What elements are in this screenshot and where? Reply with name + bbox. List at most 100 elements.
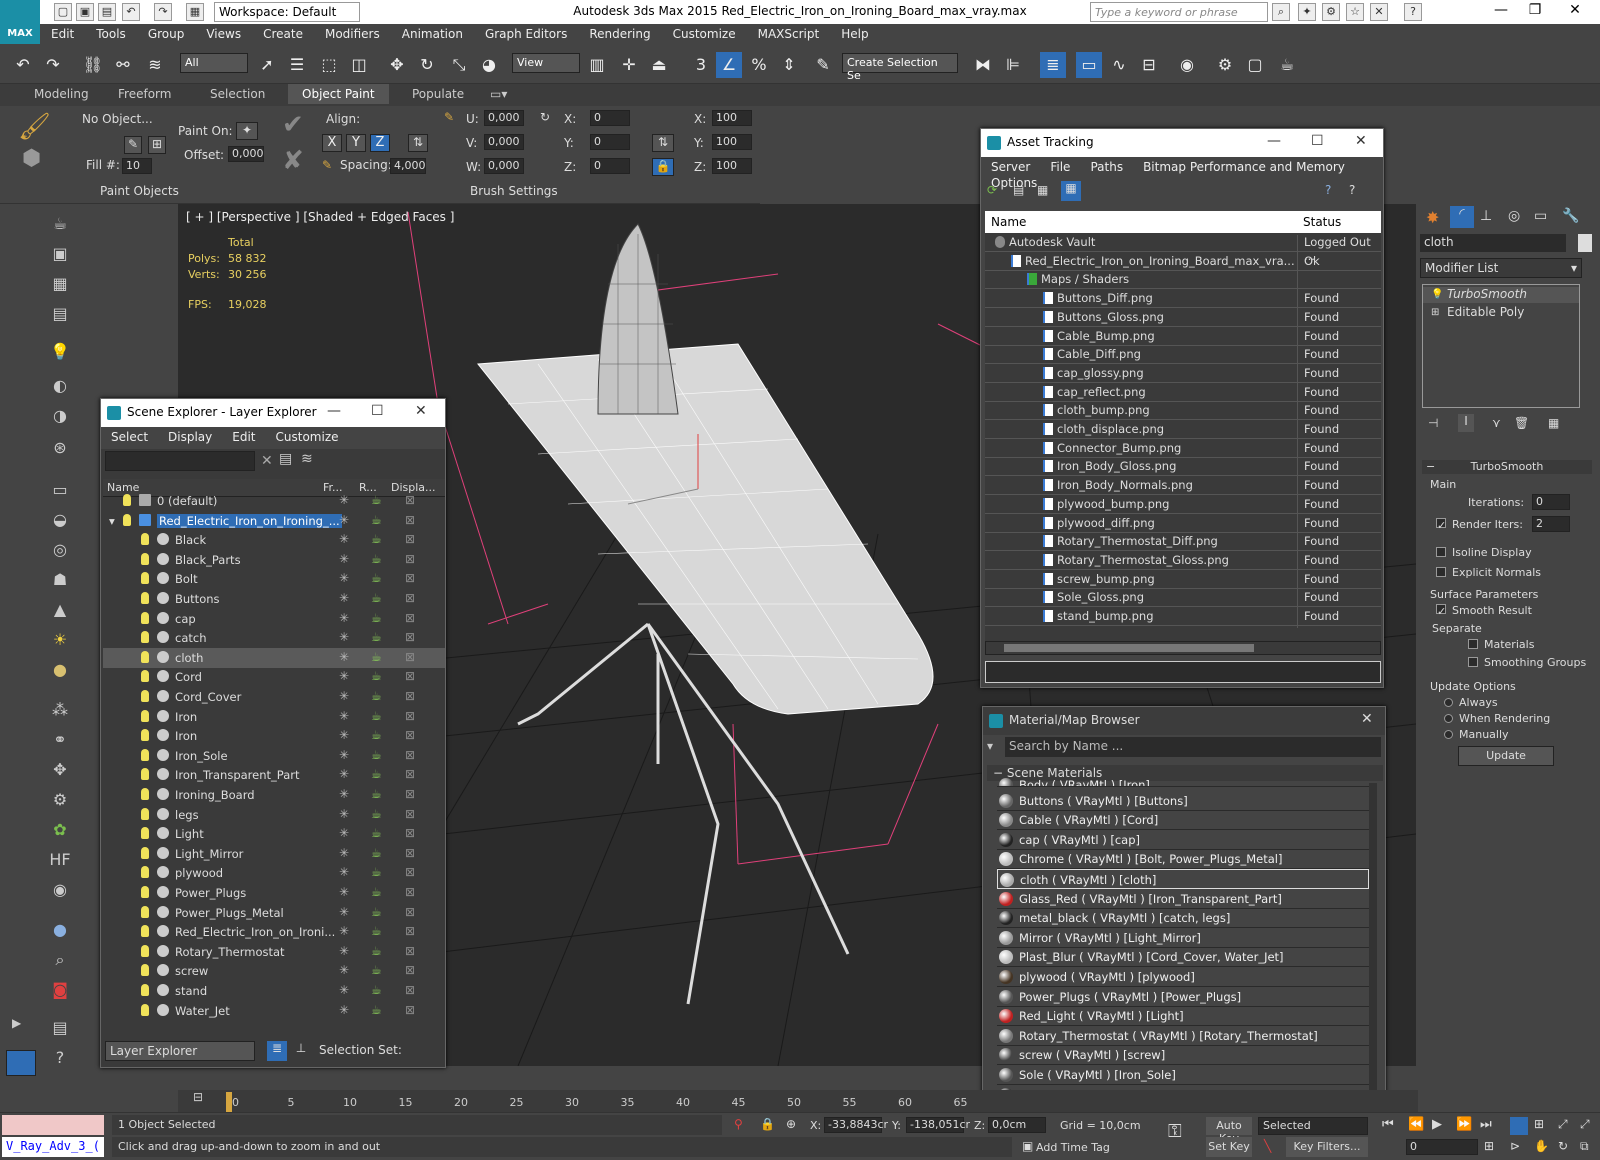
zoom-all-icon[interactable]: ⊞ bbox=[1534, 1117, 1544, 1131]
brush-settings-panel-label[interactable]: Brush Settings bbox=[470, 184, 558, 198]
time-tag-icon[interactable]: ▣ bbox=[1022, 1139, 1033, 1153]
transform-icon[interactable]: ✥ bbox=[48, 758, 72, 782]
hierarchy-mode-icon[interactable]: ⊥ bbox=[291, 1041, 311, 1061]
paint-objects-panel-label[interactable]: Paint Objects bbox=[100, 184, 179, 198]
se-row[interactable]: Ironing_Board ✳ ☕ ⊠ bbox=[103, 785, 445, 805]
communication-icon[interactable]: ⚙ bbox=[1322, 3, 1340, 21]
material-row[interactable]: Chrome ( VRayMtl ) [Bolt, Power_Plugs_Me… bbox=[997, 849, 1369, 870]
zoom-extents-all-icon[interactable]: ⤢ bbox=[1580, 1117, 1590, 1132]
minimize-icon[interactable]: — bbox=[327, 403, 341, 419]
se-row[interactable]: Rotary_Thermostat ✳ ☕ ⊠ bbox=[103, 942, 445, 962]
align-icon[interactable]: ⊫ bbox=[1000, 52, 1026, 78]
selection-set-label[interactable]: Selection Set: bbox=[319, 1043, 402, 1057]
detail-view-icon[interactable]: ▦ bbox=[1037, 183, 1048, 197]
save-icon[interactable]: ▤ bbox=[98, 3, 116, 21]
snaps-toggle-icon[interactable]: 3 bbox=[688, 52, 714, 78]
x-coord-field[interactable]: -33,8843cr bbox=[824, 1117, 888, 1133]
at-col-name[interactable]: Name bbox=[991, 215, 1026, 229]
table-view-icon[interactable]: ▦ bbox=[1061, 181, 1081, 201]
viewport-layout-icon[interactable] bbox=[6, 1050, 36, 1076]
display-box-icon[interactable]: ⊠ bbox=[405, 571, 415, 585]
zoom-icon[interactable] bbox=[1510, 1117, 1528, 1135]
material-row[interactable]: cap ( VRayMtl ) [cap] bbox=[997, 830, 1369, 850]
set-key-button[interactable]: Set Key bbox=[1206, 1137, 1252, 1157]
refresh-icon[interactable]: ⟳ bbox=[987, 183, 997, 197]
basket-icon[interactable]: ☗ bbox=[48, 568, 72, 592]
light-bulb-icon[interactable] bbox=[141, 552, 149, 565]
pan-icon[interactable]: ✋ bbox=[1534, 1139, 1549, 1153]
new-layer-icon[interactable]: ▤ bbox=[279, 451, 292, 467]
hair-icon[interactable]: HF bbox=[48, 848, 72, 872]
link-icon[interactable]: ⛓ bbox=[80, 52, 106, 78]
stack-item-turbosmooth[interactable]: TurboSmooth bbox=[1423, 287, 1579, 303]
menu-group[interactable]: Group bbox=[137, 24, 196, 44]
render-teapot-icon[interactable]: ☕ bbox=[371, 650, 382, 664]
asset-row[interactable]: Buttons_Diff.png Found bbox=[985, 289, 1381, 311]
display-box-icon[interactable]: ⊠ bbox=[405, 532, 415, 546]
object-name-field[interactable]: cloth bbox=[1420, 234, 1566, 252]
display-box-icon[interactable]: ⊠ bbox=[405, 1003, 415, 1017]
maxscript-mini-listener[interactable]: V_Ray_Adv_3_( bbox=[2, 1137, 104, 1157]
minimize-icon[interactable]: — bbox=[1486, 2, 1516, 22]
edit-named-selection-icon[interactable]: ✎ bbox=[810, 52, 836, 78]
asset-tracking-titlebar[interactable]: Asset Tracking — ☐ ✕ bbox=[981, 129, 1383, 157]
freeze-icon[interactable]: ✳ bbox=[339, 865, 349, 879]
freeze-icon[interactable]: ✳ bbox=[339, 532, 349, 546]
viewport-label[interactable]: [ + ] [Perspective ] [Shaded + Edged Fac… bbox=[186, 210, 454, 224]
layer-explorer-icon[interactable]: ≣ bbox=[1040, 52, 1066, 78]
se-row[interactable]: Buttons ✳ ☕ ⊠ bbox=[103, 589, 445, 609]
se-row[interactable]: Red_Electric_Iron_on_Ironi... ✳ ☕ ⊠ bbox=[103, 922, 445, 942]
grass-icon[interactable]: ✿ bbox=[48, 818, 72, 842]
expand-arrow-icon[interactable]: ▶ bbox=[12, 1016, 21, 1030]
create-tab-icon[interactable]: ✸ bbox=[1426, 208, 1439, 227]
se-menu-display[interactable]: Display bbox=[158, 429, 222, 445]
modifier-list-dropdown[interactable]: Modifier List ▾ bbox=[1420, 258, 1582, 278]
se-row[interactable]: cloth ✳ ☕ ⊠ bbox=[103, 647, 445, 668]
asset-row[interactable]: Buttons_Gloss.png Found bbox=[985, 308, 1381, 329]
light-bulb-icon[interactable] bbox=[141, 846, 149, 859]
new-icon[interactable]: ▢ bbox=[54, 3, 72, 21]
asset-row[interactable]: Cable_Diff.png Found bbox=[985, 345, 1381, 367]
menu-modifiers[interactable]: Modifiers bbox=[314, 24, 391, 44]
display-box-icon[interactable]: ⊠ bbox=[405, 552, 415, 566]
light-bulb-icon[interactable] bbox=[141, 690, 149, 702]
motion-tab-icon[interactable]: ◎ bbox=[1508, 208, 1520, 224]
object-list-icon[interactable]: ⊞ bbox=[148, 136, 166, 154]
se-row[interactable]: Light_Mirror ✳ ☕ ⊠ bbox=[103, 844, 445, 864]
disc-icon[interactable]: ● bbox=[48, 658, 72, 682]
render-teapot-icon[interactable]: ☕ bbox=[371, 983, 382, 997]
freeze-icon[interactable]: ✳ bbox=[339, 611, 349, 625]
freeze-icon[interactable]: ✳ bbox=[339, 807, 349, 821]
remove-modifier-icon[interactable]: 🗑 bbox=[1514, 416, 1529, 430]
material-row[interactable]: metal_black ( VRayMtl ) [catch, legs] bbox=[997, 908, 1369, 929]
freeze-icon[interactable]: ✳ bbox=[339, 983, 349, 997]
explicit-normals-checkbox[interactable]: Explicit Normals bbox=[1436, 566, 1541, 579]
menu-customize[interactable]: Customize bbox=[662, 24, 747, 44]
browser-options-icon[interactable]: ▾ bbox=[987, 739, 993, 753]
timeline-options-icon[interactable]: ⊟ bbox=[178, 1090, 218, 1114]
asset-row[interactable]: cloth_displace.png Found bbox=[985, 420, 1381, 441]
freeze-icon[interactable]: ✳ bbox=[339, 787, 349, 801]
render-teapot-icon[interactable]: ☕ bbox=[371, 552, 382, 566]
material-row[interactable]: Buttons ( VRayMtl ) [Buttons] bbox=[997, 791, 1369, 811]
separate-smoothing-checkbox[interactable]: Smoothing Groups bbox=[1468, 656, 1586, 669]
key-filters-button[interactable]: Key Filters... bbox=[1286, 1137, 1368, 1157]
display-box-icon[interactable]: ⊠ bbox=[405, 905, 415, 919]
se-row[interactable]: Iron_Sole ✳ ☕ ⊠ bbox=[103, 746, 445, 766]
z-coord-field[interactable]: 0,0cm bbox=[988, 1117, 1046, 1133]
light-bulb-icon[interactable] bbox=[141, 748, 149, 761]
update-button[interactable]: Update bbox=[1458, 746, 1554, 766]
freeze-icon[interactable]: ✳ bbox=[339, 591, 349, 605]
workspace-dropdown[interactable]: Workspace: Default bbox=[214, 2, 360, 22]
plane-icon[interactable]: ▭ bbox=[48, 478, 72, 502]
light-bulb-icon[interactable] bbox=[141, 866, 149, 879]
rot-y-spinner[interactable]: 0 bbox=[590, 134, 630, 150]
material-row[interactable]: Cable ( VRayMtl ) [Cord] bbox=[997, 810, 1369, 831]
rect-selection-icon[interactable]: ⬚ bbox=[316, 52, 342, 78]
schematic-view-icon[interactable]: ⊟ bbox=[1136, 52, 1162, 78]
show-end-result-icon[interactable]: I bbox=[1458, 414, 1474, 432]
isoline-checkbox[interactable]: Isoline Display bbox=[1436, 546, 1532, 559]
material-row[interactable]: Red_Light ( VRayMtl ) [Light] bbox=[997, 1006, 1369, 1027]
offset-spinner[interactable]: 0,000 bbox=[228, 146, 264, 162]
app-logo[interactable]: MAX bbox=[0, 0, 40, 44]
